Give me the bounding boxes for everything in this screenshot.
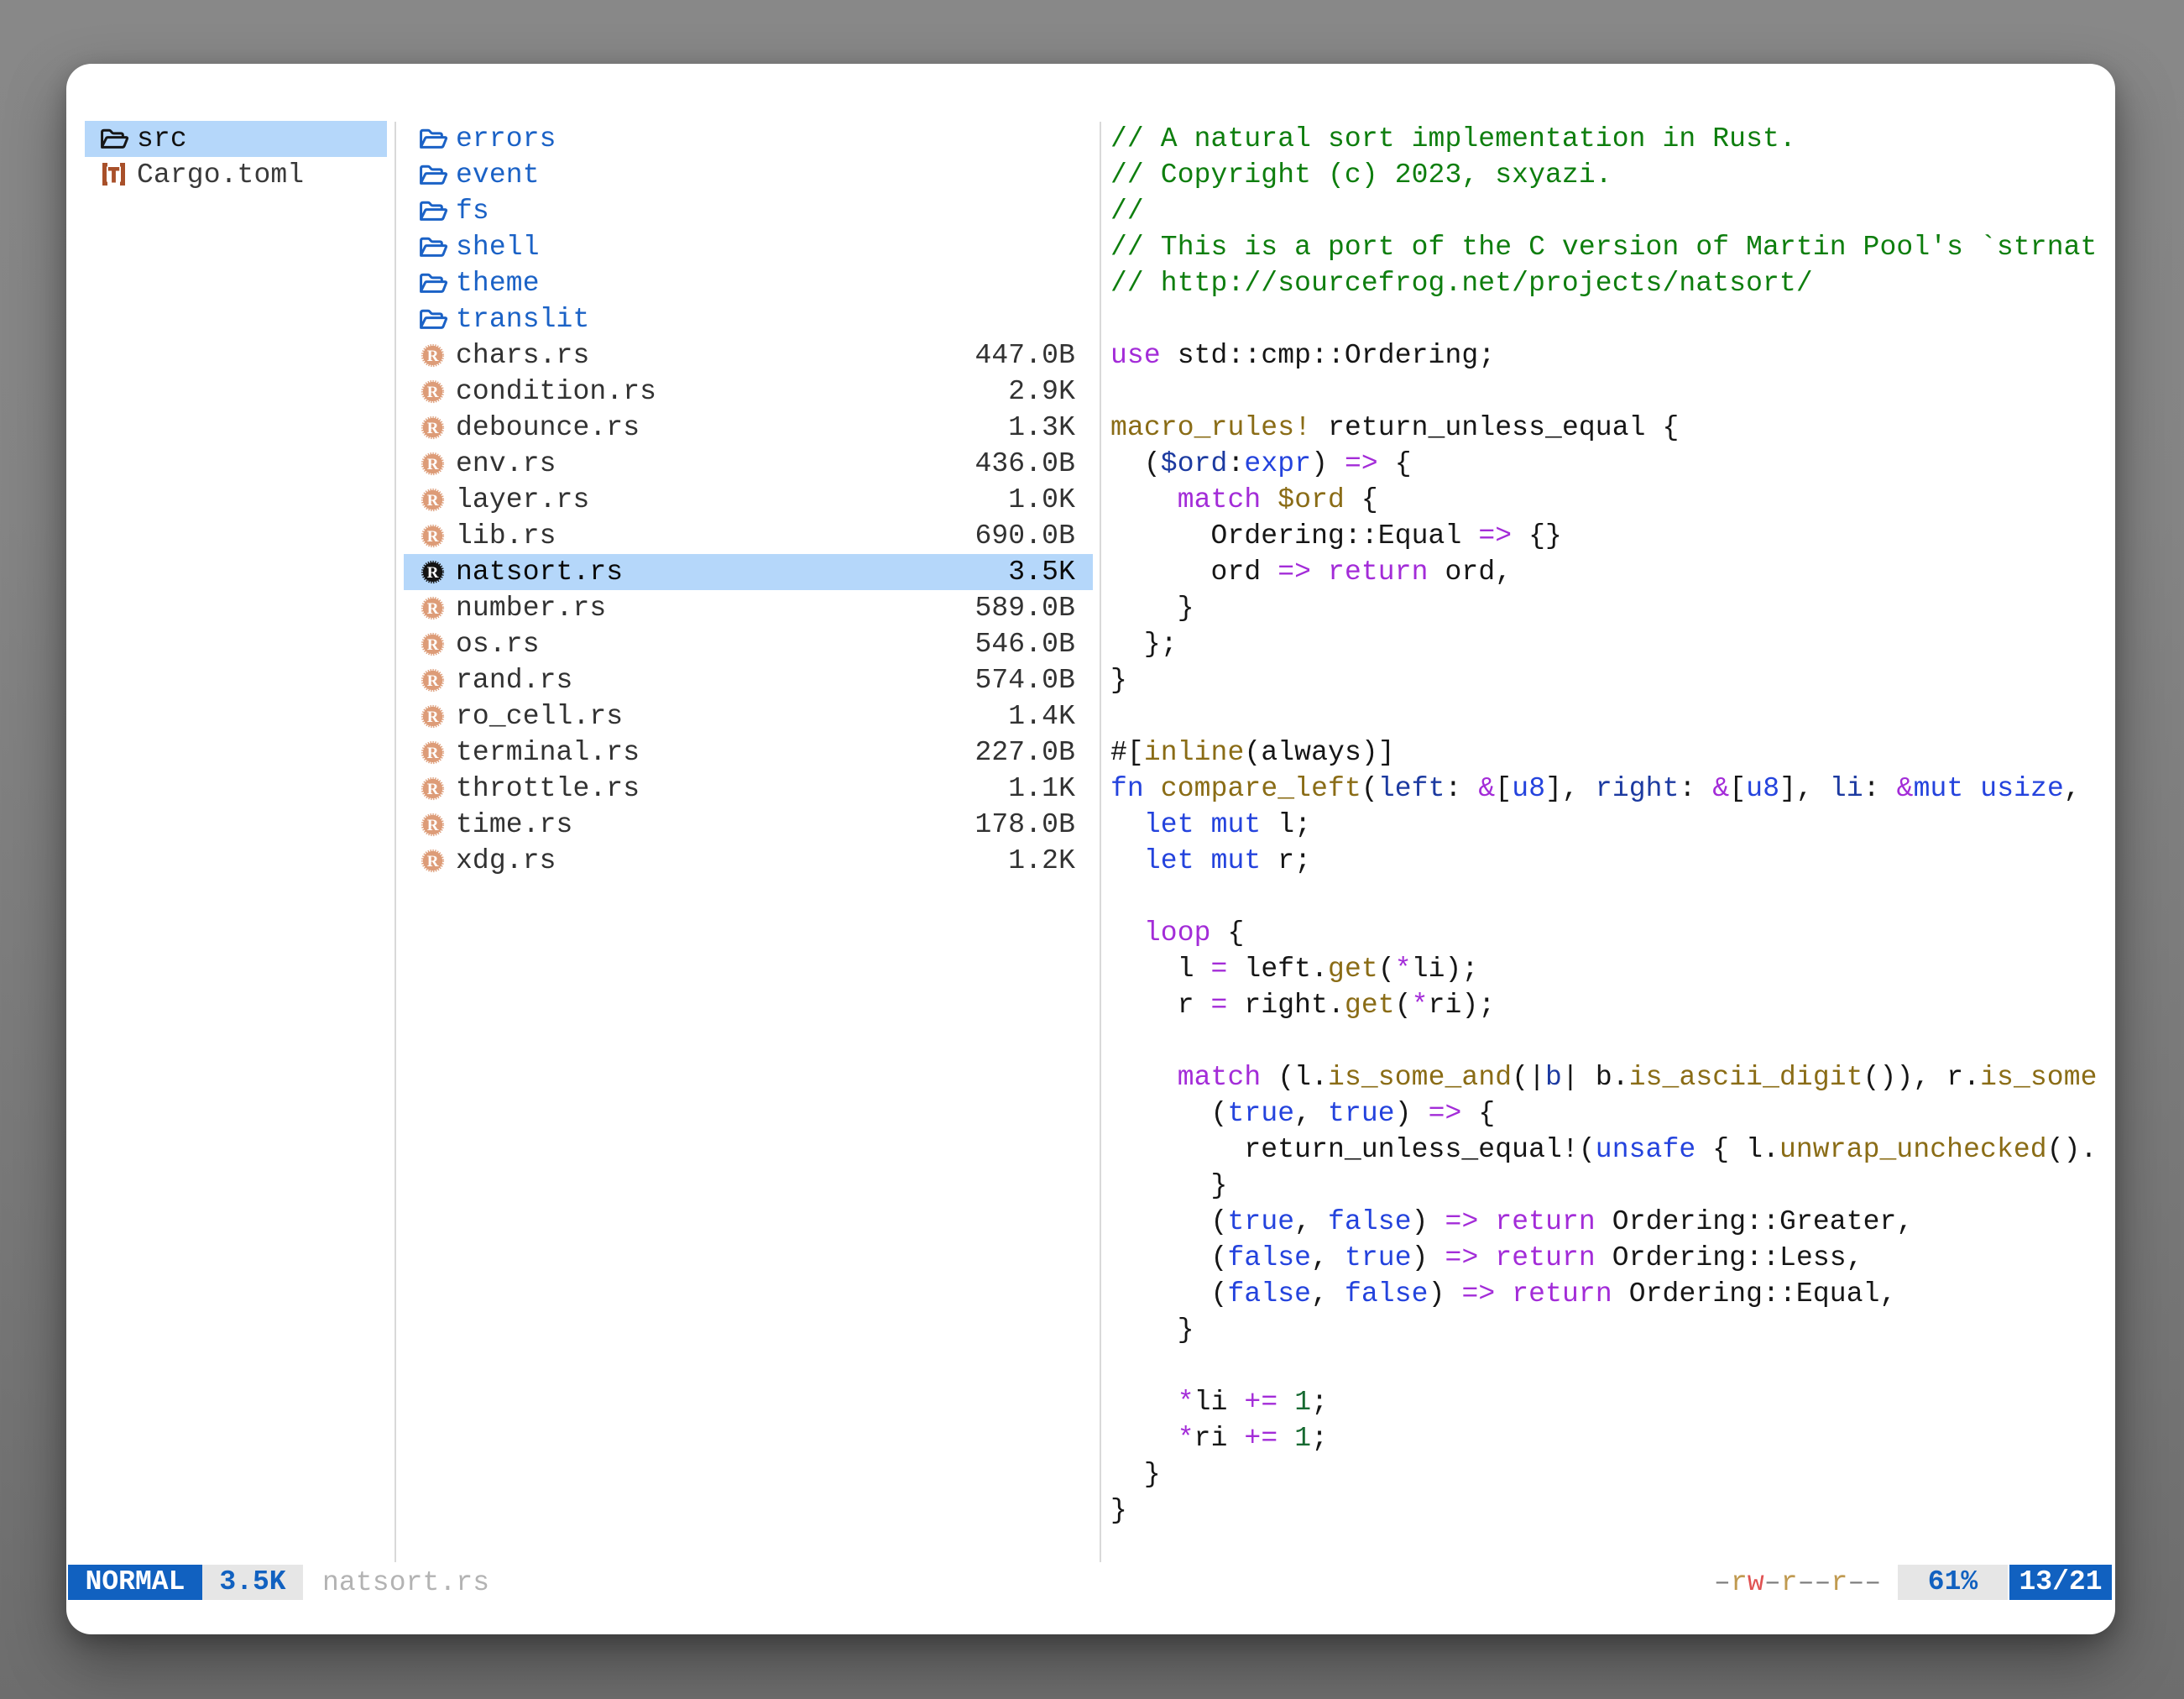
svg-text:R: R: [427, 745, 439, 762]
svg-text:R: R: [427, 564, 439, 582]
svg-text:R: R: [427, 636, 439, 654]
svg-text:R: R: [427, 708, 439, 726]
svg-text:R: R: [427, 781, 439, 798]
svg-text:R: R: [427, 817, 439, 834]
svg-text:R: R: [427, 384, 439, 401]
svg-text:R: R: [427, 348, 439, 365]
svg-text:R: R: [427, 853, 439, 870]
svg-text:R: R: [427, 528, 439, 546]
svg-text:R: R: [427, 420, 439, 437]
svg-text:R: R: [427, 672, 439, 690]
svg-text:R: R: [427, 600, 439, 618]
svg-text:R: R: [427, 492, 439, 510]
svg-text:R: R: [427, 456, 439, 473]
